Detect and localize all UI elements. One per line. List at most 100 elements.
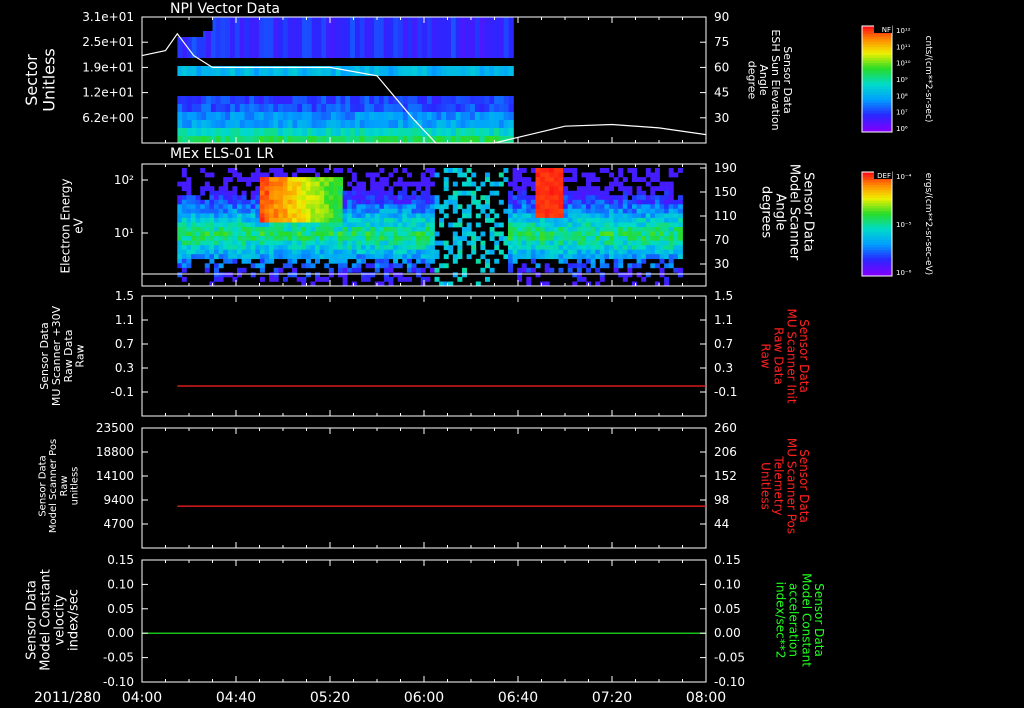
heatmap-cell [241, 236, 247, 241]
y2-tick-label: 0.3 [714, 361, 733, 375]
heatmap-cell [645, 249, 651, 255]
heatmap-cell [356, 222, 362, 228]
heatmap-cell [431, 96, 437, 104]
heatmap-cell [347, 168, 353, 173]
heatmap-cell [227, 272, 233, 278]
heatmap-cell [340, 17, 346, 58]
heatmap-cell [218, 272, 224, 278]
heatmap-cell [305, 204, 311, 210]
heatmap-cell [356, 181, 362, 187]
heatmap-cell [359, 96, 365, 104]
heatmap-cell [434, 172, 440, 178]
heatmap-cell [292, 245, 298, 251]
heatmap-cell [613, 217, 619, 223]
heatmap-cell [417, 112, 423, 120]
heatmap-cell [526, 217, 532, 223]
heatmap-cell [544, 208, 550, 214]
heatmap-cell [296, 199, 302, 205]
heatmap-cell [328, 267, 334, 273]
heatmap-cell [186, 66, 193, 76]
heatmap-cell [397, 231, 403, 237]
heatmap-cell [609, 222, 614, 228]
heatmap-cell [549, 208, 555, 214]
heatmap-cell [530, 231, 536, 237]
heatmap-cell [315, 199, 320, 205]
heatmap-cell [338, 195, 343, 201]
heatmap-cell [526, 213, 532, 219]
heatmap-cell [191, 217, 196, 223]
heatmap-cell [434, 195, 440, 201]
heatmap-cell [282, 213, 288, 219]
heatmap-cell [470, 104, 476, 112]
heatmap-cell [342, 272, 348, 278]
heatmap-cell [359, 104, 365, 112]
heatmap-cell [361, 254, 366, 260]
heatmap-cell [186, 112, 193, 120]
heatmap-cell [664, 249, 670, 255]
heatmap-cell [508, 195, 513, 201]
heatmap-cell [370, 177, 376, 182]
heatmap-cell [446, 66, 452, 76]
heatmap-cell [316, 104, 322, 112]
heatmap-cell [182, 96, 188, 104]
heatmap-cell [636, 204, 642, 210]
heatmap-cell [215, 128, 221, 136]
heatmap-cell [379, 222, 385, 228]
heatmap-cell [214, 217, 219, 223]
heatmap-cell [214, 267, 219, 273]
heatmap-cell [278, 267, 284, 273]
heatmap-cell [484, 66, 490, 76]
heatmap-cell [627, 231, 633, 237]
heatmap-cell [301, 217, 307, 223]
heatmap-cell [273, 222, 279, 228]
heatmap-cell [324, 181, 330, 187]
heatmap-cell [521, 199, 527, 205]
heatmap-cell [586, 186, 591, 192]
heatmap-cell [351, 195, 357, 201]
heatmap-cell [191, 195, 196, 201]
heatmap-cell [315, 276, 320, 282]
heatmap-cell [422, 104, 428, 112]
heatmap-cell [397, 240, 403, 246]
heatmap-cell [586, 258, 591, 264]
heatmap-cell [315, 222, 320, 228]
heatmap-cell [259, 208, 265, 214]
heatmap-cell [305, 258, 311, 264]
heatmap-cell [576, 254, 582, 260]
heatmap-cell [365, 208, 371, 214]
heatmap-cell [521, 208, 527, 214]
heatmap-cell [645, 208, 651, 214]
heatmap-cell [402, 120, 409, 128]
heatmap-cell [181, 199, 187, 205]
heatmap-cell [397, 190, 403, 196]
heatmap-cell [645, 254, 651, 260]
heatmap-cell [526, 195, 532, 201]
heatmap-cell [241, 254, 247, 260]
heatmap-cell [417, 17, 423, 58]
heatmap-cell [333, 245, 339, 251]
heatmap-cell [383, 190, 389, 196]
heatmap-cell [650, 245, 656, 251]
heatmap-cell [544, 240, 550, 246]
heatmap-cell [441, 128, 447, 136]
y-tick-label: 1.9e+01 [82, 60, 134, 74]
heatmap-cell [305, 231, 311, 237]
y-tick-label: 0.05 [107, 602, 134, 616]
heatmap-cell [351, 240, 357, 246]
heatmap-cell [436, 112, 442, 120]
heatmap-cell [443, 168, 449, 173]
heatmap-cell [526, 208, 532, 214]
heatmap-cell [508, 199, 513, 205]
heatmap-cell [379, 254, 385, 260]
heatmap-cell [484, 112, 490, 120]
heatmap-cell [181, 231, 187, 237]
heatmap-cell [365, 227, 371, 232]
heatmap-cell [498, 199, 504, 205]
heatmap-cell [636, 245, 642, 251]
heatmap-cell [484, 128, 490, 136]
heatmap-cell [218, 231, 224, 237]
heatmap-cell [397, 254, 403, 260]
heatmap-cell [659, 222, 665, 228]
heatmap-cell [264, 199, 270, 205]
heatmap-cell [457, 222, 463, 228]
